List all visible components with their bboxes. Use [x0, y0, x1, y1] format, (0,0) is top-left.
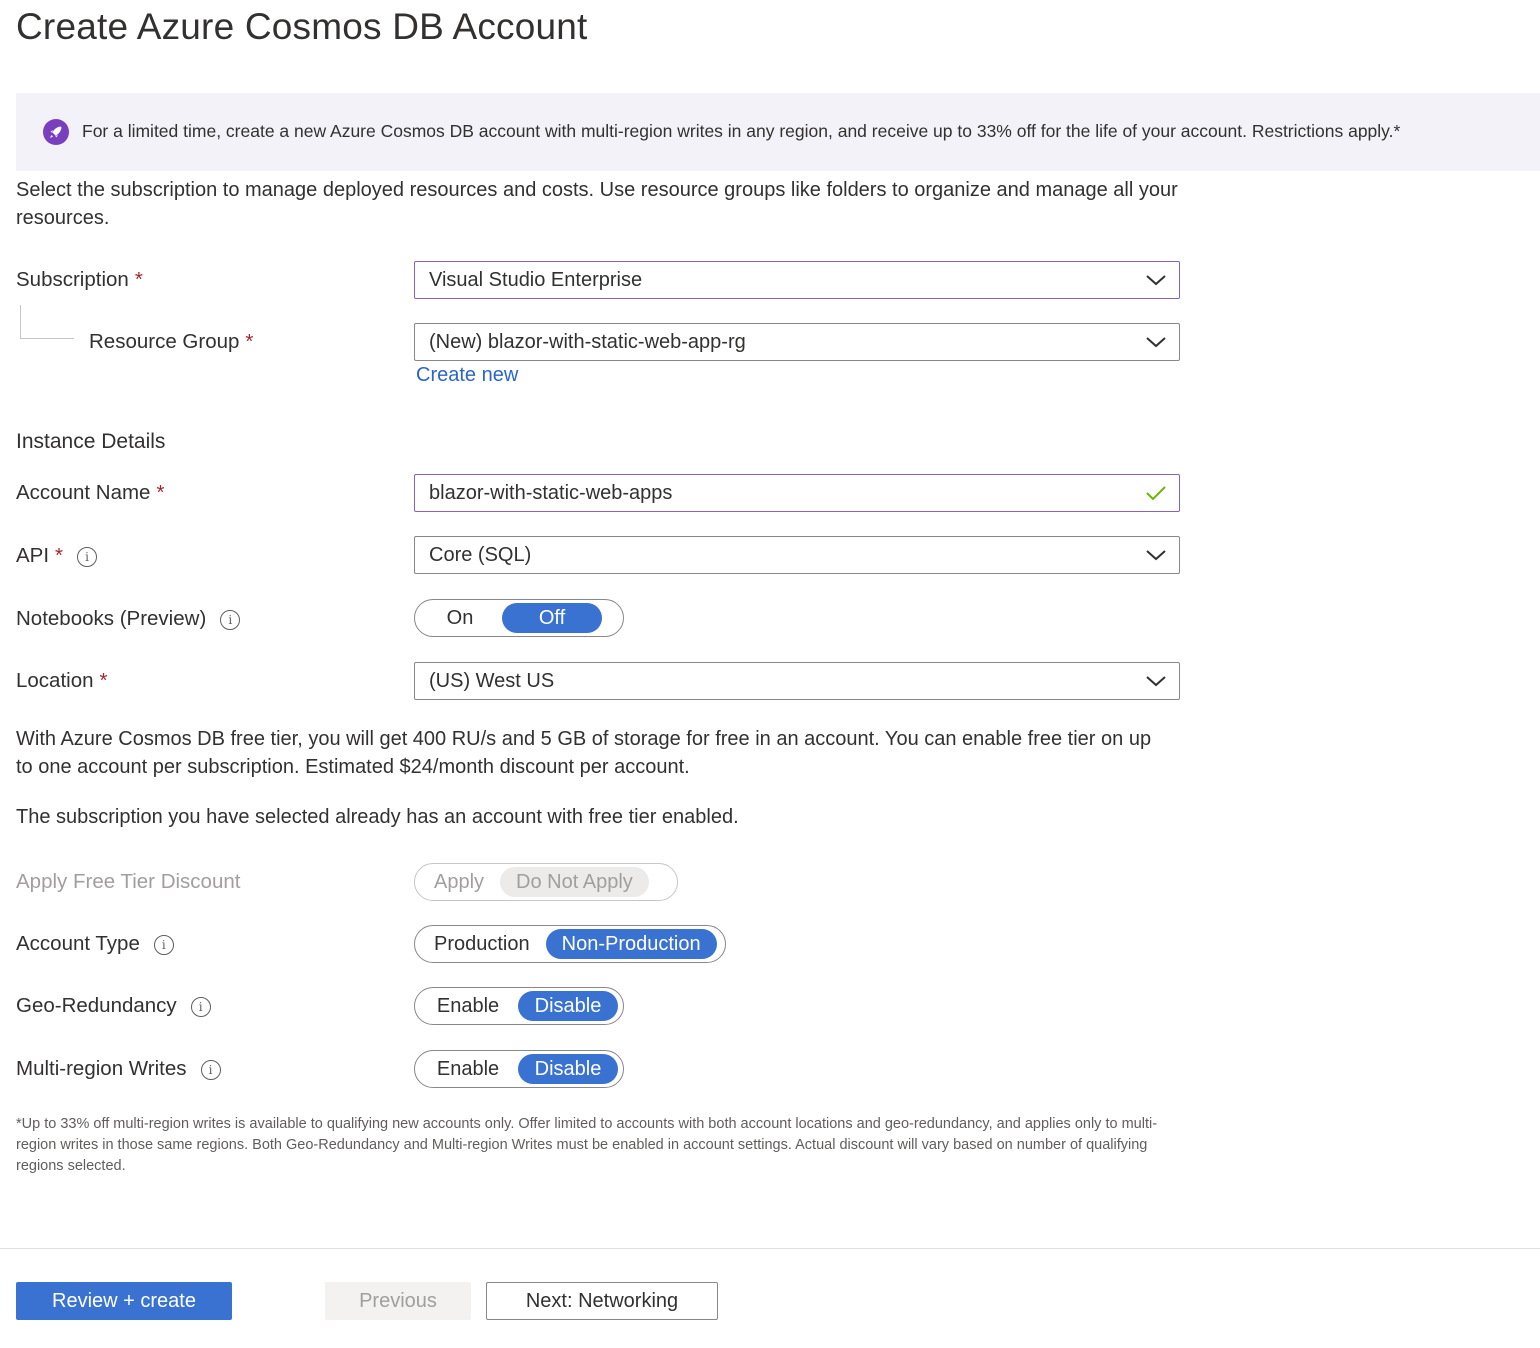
- account-type-toggle[interactable]: Production Non-Production: [414, 925, 726, 963]
- promo-banner-text: For a limited time, create a new Azure C…: [82, 121, 1401, 141]
- chevron-down-icon: [1145, 271, 1167, 294]
- rocket-icon: [43, 119, 69, 145]
- toggle-option-apply: Apply: [434, 871, 485, 893]
- geo-redundancy-label: Geo-Redundancy i: [16, 994, 211, 1018]
- required-marker: *: [55, 544, 64, 567]
- tree-connector: [20, 305, 21, 339]
- toggle-option-off[interactable]: Off: [502, 603, 602, 633]
- account-name-input[interactable]: blazor-with-static-web-apps: [414, 474, 1180, 512]
- multi-region-writes-label: Multi-region Writes i: [16, 1057, 221, 1081]
- create-new-link[interactable]: Create new: [416, 364, 518, 387]
- required-marker: *: [99, 669, 108, 692]
- info-icon[interactable]: i: [220, 610, 241, 630]
- notebooks-toggle[interactable]: On Off: [414, 599, 624, 637]
- intro-text: Select the subscription to manage deploy…: [16, 179, 1178, 229]
- chevron-down-icon: [1145, 546, 1167, 569]
- chevron-down-icon: [1145, 333, 1167, 356]
- toggle-option-disable[interactable]: Disable: [518, 991, 618, 1021]
- promo-banner: For a limited time, create a new Azure C…: [16, 93, 1540, 171]
- account-name-label: Account Name *: [16, 481, 165, 504]
- checkmark-icon: [1145, 484, 1167, 507]
- required-marker: *: [134, 268, 143, 291]
- toggle-option-enable[interactable]: Enable: [418, 991, 518, 1021]
- next-networking-button[interactable]: Next: Networking: [486, 1282, 718, 1320]
- chevron-down-icon: [1145, 672, 1167, 695]
- geo-redundancy-toggle[interactable]: Enable Disable: [414, 987, 624, 1025]
- toggle-option-disable[interactable]: Disable: [518, 1054, 618, 1084]
- location-dropdown[interactable]: (US) West US: [414, 662, 1180, 700]
- free-tier-info: With Azure Cosmos DB free tier, you will…: [16, 728, 1152, 778]
- resource-group-label: Resource Group *: [89, 330, 254, 353]
- location-value: (US) West US: [429, 670, 555, 692]
- subscription-dropdown[interactable]: Visual Studio Enterprise: [414, 261, 1180, 299]
- toggle-option-production[interactable]: Production: [418, 929, 546, 959]
- toggle-option-enable[interactable]: Enable: [418, 1054, 518, 1084]
- info-icon[interactable]: i: [200, 1060, 221, 1080]
- toggle-option-non-production[interactable]: Non-Production: [545, 929, 717, 959]
- tree-connector: [20, 338, 74, 339]
- required-marker: *: [156, 481, 165, 504]
- api-value: Core (SQL): [429, 544, 532, 566]
- resource-group-value: (New) blazor-with-static-web-app-rg: [429, 331, 746, 353]
- footer-divider: [0, 1248, 1540, 1249]
- api-label: API * i: [16, 544, 98, 568]
- apply-free-tier-label: Apply Free Tier Discount: [16, 870, 241, 893]
- account-type-label: Account Type i: [16, 932, 174, 956]
- account-name-value: blazor-with-static-web-apps: [429, 482, 673, 504]
- toggle-option-on[interactable]: On: [418, 603, 502, 633]
- free-tier-notice: The subscription you have selected alrea…: [16, 806, 739, 828]
- subscription-label: Subscription *: [16, 268, 143, 291]
- multi-region-writes-toggle[interactable]: Enable Disable: [414, 1050, 624, 1088]
- page-title: Create Azure Cosmos DB Account: [16, 6, 588, 47]
- info-icon[interactable]: i: [153, 935, 174, 955]
- info-icon[interactable]: i: [77, 547, 98, 567]
- resource-group-dropdown[interactable]: (New) blazor-with-static-web-app-rg: [414, 323, 1180, 361]
- subscription-value: Visual Studio Enterprise: [429, 269, 643, 291]
- review-create-button[interactable]: Review + create: [16, 1282, 232, 1320]
- previous-button: Previous: [325, 1282, 471, 1320]
- info-icon[interactable]: i: [190, 997, 211, 1017]
- section-heading: Instance Details: [16, 430, 166, 453]
- toggle-option-do-not-apply: Do Not Apply: [500, 867, 649, 897]
- api-dropdown[interactable]: Core (SQL): [414, 536, 1180, 574]
- location-label: Location *: [16, 669, 108, 692]
- footnote: *Up to 33% off multi-region writes is av…: [16, 1116, 1158, 1174]
- notebooks-label: Notebooks (Preview) i: [16, 607, 241, 631]
- required-marker: *: [245, 330, 254, 353]
- apply-free-tier-toggle: Apply Do Not Apply: [414, 863, 678, 901]
